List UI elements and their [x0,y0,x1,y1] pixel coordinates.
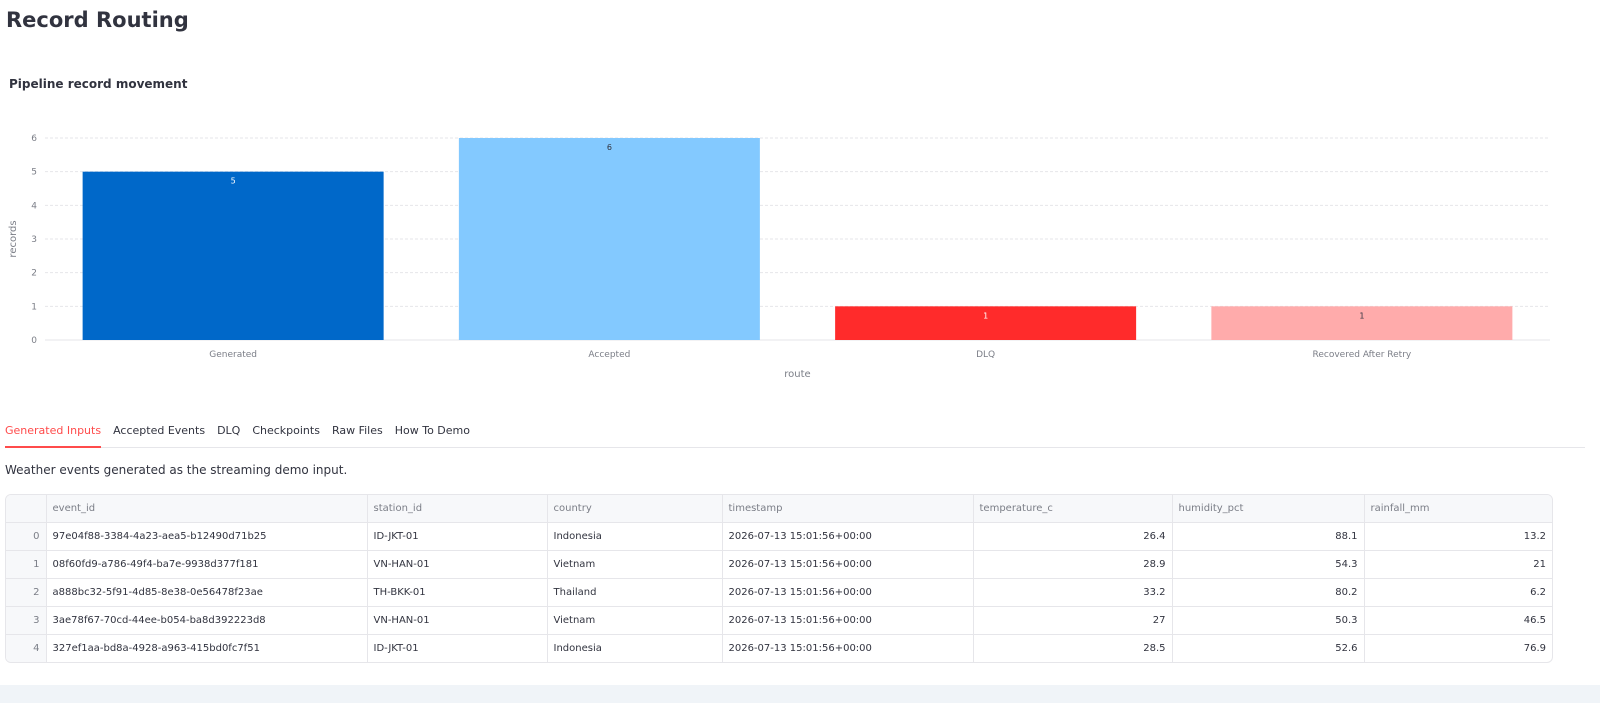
bar-value-label: 6 [607,143,612,152]
row-index: 0 [6,522,47,551]
chart-title: Pipeline record movement [9,77,188,91]
table-cell: ID-JKT-01 [367,634,548,662]
row-index: 1 [6,550,47,579]
column-header-station-id[interactable]: station_id [367,495,548,523]
bar-accepted [458,138,760,340]
table-cell: VN-HAN-01 [367,606,548,635]
table-cell: 80.2 [1172,578,1365,607]
table-cell: 2026-07-13 15:01:56+00:00 [722,606,974,635]
table-cell: 327ef1aa-bd8a-4928-a963-415bd0fc7f51 [46,634,368,662]
page-title: Record Routing [6,8,189,32]
row-index: 4 [6,634,47,662]
y-axis-label: records [8,220,19,257]
table-cell: VN-HAN-01 [367,550,548,579]
tab-raw-files[interactable]: Raw Files [332,416,383,446]
bar-chart: 0 1 2 3 4 5 6 records 5 Generated 6 Accepted 1 DLQ 1 Re… [8,134,1550,380]
table-cell: Vietnam [547,606,723,635]
table-cell: Thailand [547,578,723,607]
table-cell: 27 [973,606,1173,635]
x-tick-label: DLQ [976,350,995,360]
table-cell: 97e04f88-3384-4a23-aea5-b12490d71b25 [46,522,368,551]
table-cell: 52.6 [1172,634,1365,662]
table-cell: 28.5 [973,634,1173,662]
y-tick-label: 1 [31,302,37,312]
x-tick-label: Generated [209,350,257,360]
column-header-rainfall-mm[interactable]: rainfall_mm [1364,495,1552,523]
tab-generated-inputs[interactable]: Generated Inputs [5,416,102,448]
table-cell: ID-JKT-01 [367,522,548,551]
tab-description: Weather events generated as the streamin… [5,463,348,477]
table-cell: 2026-07-13 15:01:56+00:00 [722,522,974,551]
table-cell: Vietnam [547,550,723,579]
table-cell: Indonesia [547,522,723,551]
row-index: 3 [6,606,47,635]
table-body: 0 97e04f88-3384-4a23-aea5-b12490d71b25 ID-… [6,522,1552,662]
table-cell: 33.2 [973,578,1173,607]
table-cell: 2026-07-13 15:01:56+00:00 [722,634,974,662]
table-cell: 3ae78f67-70cd-44ee-b054-ba8d392223d8 [46,606,368,635]
table-row[interactable]: 3 3ae78f67-70cd-44ee-b054-ba8d392223d8 VN-… [6,606,1552,635]
y-tick-label: 3 [31,235,37,245]
index-header[interactable] [6,495,47,523]
table-cell: 26.4 [973,522,1173,551]
bar-value-label: 1 [983,311,988,320]
column-header-humidity-pct[interactable]: humidity_pct [1172,495,1365,523]
table-cell: TH-BKK-01 [367,578,548,607]
table-cell: 08f60fd9-a786-49f4-ba7e-9938d377f181 [46,550,368,579]
y-tick-label: 5 [31,168,37,178]
tab-how-to-demo[interactable]: How To Demo [395,416,470,446]
table-cell: 76.9 [1523,643,1546,654]
bar-value-label: 5 [231,177,236,186]
table-cell: 88.1 [1172,522,1365,551]
column-header-country[interactable]: country [547,495,723,523]
table-cell: 54.3 [1172,550,1365,579]
y-tick-label: 4 [31,201,37,211]
y-tick-label: 6 [31,134,37,144]
row-index: 2 [6,578,47,607]
column-header-timestamp[interactable]: timestamp [722,495,974,523]
table-row[interactable]: 2 a888bc32-5f91-4d85-8e38-0e56478f23ae TH-… [6,578,1552,607]
y-tick-label: 2 [31,269,37,279]
tab-dlq[interactable]: DLQ [217,416,240,446]
column-header-temperature-c[interactable]: temperature_c [973,495,1173,523]
x-axis-label: route [784,369,810,380]
page: Record Routing Pipeline record movement … [0,0,1600,703]
table-cell: 46.5 [1364,606,1552,635]
tab-checkpoints[interactable]: Checkpoints [252,416,320,446]
table-cell: 28.9 [973,550,1173,579]
table-cell: 50.3 [1172,606,1365,635]
table-cell: 6.2 [1364,578,1552,607]
tab-accepted-events[interactable]: Accepted Events [113,416,205,446]
table-cell: a888bc32-5f91-4d85-8e38-0e56478f23ae [46,578,368,607]
x-tick-label: Accepted [588,350,630,360]
data-table[interactable]: event_id station_id country timestamp temper… [5,494,1553,663]
tab-bar: Generated Inputs Accepted Events DLQ Checkp… [5,416,1585,448]
table-header-row: event_id station_id country timestamp temper… [6,495,1552,523]
table-row[interactable]: 4 327ef1aa-bd8a-4928-a963-415bd0fc7f51 ID-… [6,634,1552,662]
x-tick-label: Recovered After Retry [1313,350,1412,360]
table-cell: 13.2 [1364,522,1552,551]
bar-generated [82,171,384,340]
table-row[interactable]: 1 08f60fd9-a786-49f4-ba7e-9938d377f181 VN-… [6,550,1552,579]
footer-band [0,685,1600,703]
bar-value-label: 1 [1359,311,1364,320]
table-cell: Indonesia [547,634,723,662]
table-cell: 2026-07-13 15:01:56+00:00 [722,550,974,579]
table-row[interactable]: 0 97e04f88-3384-4a23-aea5-b12490d71b25 ID-… [6,522,1552,551]
table-cell: 2026-07-13 15:01:56+00:00 [722,578,974,607]
y-tick-label: 0 [31,336,37,346]
column-header-event-id[interactable]: event_id [46,495,368,523]
table-cell: 21 [1364,550,1552,579]
